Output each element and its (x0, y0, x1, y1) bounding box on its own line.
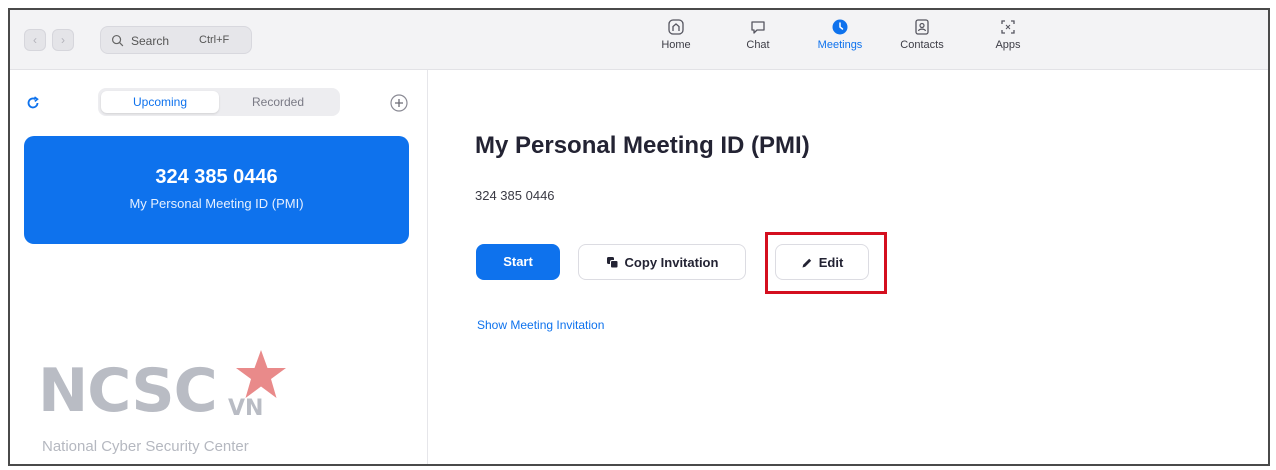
ncsc-watermark-logo: NCSC VN National Cyber Security Center (38, 348, 298, 458)
meetings-sidebar: Upcoming Recorded 324 385 0446 My Person… (10, 70, 428, 464)
apps-icon (1001, 20, 1015, 34)
nav-chat-label: Chat (746, 39, 770, 51)
chevron-left-icon: ‹ (33, 33, 37, 47)
meetings-icon (832, 19, 848, 35)
nav-meetings[interactable]: Meetings (810, 18, 870, 64)
watermark-subtitle: National Cyber Security Center (42, 438, 249, 455)
forward-button[interactable]: › (52, 29, 74, 51)
home-icon (668, 19, 684, 35)
watermark-suffix: VN (228, 396, 264, 421)
copy-invitation-label: Copy Invitation (624, 255, 719, 270)
pmi-card-label: My Personal Meeting ID (PMI) (129, 196, 304, 211)
show-meeting-invitation-link[interactable]: Show Meeting Invitation (477, 318, 604, 332)
nav-contacts-label: Contacts (900, 39, 944, 51)
watermark-brand: NCSC (38, 356, 218, 426)
tab-upcoming[interactable]: Upcoming (101, 91, 219, 113)
meeting-tabs: Upcoming Recorded (98, 88, 340, 116)
edit-highlight-box (765, 232, 887, 294)
nav-home[interactable]: Home (646, 18, 706, 64)
pmi-card-number: 324 385 0446 (155, 166, 278, 188)
search-input[interactable]: Search Ctrl+F (100, 26, 252, 54)
app-window: ‹ › Search Ctrl+F Home Chat Meetings Con… (8, 8, 1270, 466)
nav-apps-label: Apps (995, 39, 1021, 51)
top-bar: ‹ › Search Ctrl+F Home Chat Meetings Con… (10, 10, 1268, 70)
nav-meetings-label: Meetings (817, 39, 863, 51)
search-label: Search (131, 34, 170, 48)
search-shortcut: Ctrl+F (199, 34, 230, 46)
nav-chat[interactable]: Chat (728, 18, 788, 64)
page-title: My Personal Meeting ID (PMI) (475, 132, 810, 159)
nav-contacts[interactable]: Contacts (892, 18, 952, 64)
meeting-detail-panel: My Personal Meeting ID (PMI) 324 385 044… (429, 70, 1268, 464)
contacts-icon (915, 19, 929, 35)
nav-apps[interactable]: Apps (978, 18, 1038, 64)
tab-recorded[interactable]: Recorded (219, 91, 337, 113)
add-meeting-icon[interactable] (390, 94, 408, 112)
pmi-card[interactable]: 324 385 0446 My Personal Meeting ID (PMI… (24, 136, 409, 244)
search-icon (111, 34, 124, 47)
start-button-label: Start (503, 254, 533, 269)
nav-home-label: Home (661, 39, 691, 51)
chevron-right-icon: › (61, 33, 65, 47)
copy-invitation-button[interactable]: Copy Invitation (578, 244, 746, 280)
chat-icon (751, 21, 765, 34)
refresh-icon[interactable] (26, 96, 40, 110)
copy-icon (606, 257, 619, 269)
back-button[interactable]: ‹ (24, 29, 46, 51)
start-button[interactable]: Start (476, 244, 560, 280)
meeting-id-value: 324 385 0446 (475, 188, 555, 203)
